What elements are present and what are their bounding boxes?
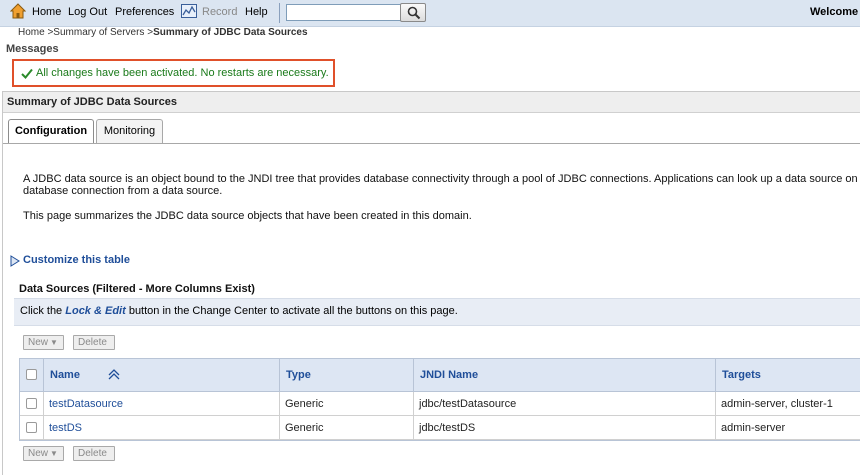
row-checkbox[interactable] [26,398,37,409]
breadcrumb-servers[interactable]: Summary of Servers > [53,27,153,38]
breadcrumb-home[interactable]: Home > [18,27,53,38]
home-icon[interactable] [10,3,26,19]
page-title: Summary of JDBC Data Sources [7,96,177,108]
sort-ascending-icon[interactable] [108,368,120,380]
tab-divider [3,143,860,144]
column-header-targets[interactable]: Targets [716,358,860,392]
checkmark-icon [21,68,33,79]
column-header-type[interactable]: Type [280,358,414,392]
column-header-jndi-name[interactable]: JNDI Name [414,358,716,392]
row-jndi-cell: jdbc/testDatasource [414,392,716,416]
logout-link[interactable]: Log Out [68,6,107,18]
table-row [19,416,44,440]
welcome-text: Welcome [810,6,859,18]
row-name-cell: testDS [44,416,280,440]
header-select-cell [19,358,44,392]
row-type-cell: Generic [280,416,414,440]
description-line-3: This page summarizes the JDBC data sourc… [23,210,472,222]
datasource-link[interactable]: testDatasource [49,398,123,410]
help-link[interactable]: Help [245,6,268,18]
customize-table-link[interactable]: Customize this table [23,254,130,266]
info-band: Click the Lock & Edit button in the Chan… [14,298,860,326]
table-title: Data Sources (Filtered - More Columns Ex… [19,283,255,295]
toolbar-divider [279,3,280,23]
description-line-2: database connection from a data source. [23,185,223,197]
search-input[interactable] [286,4,402,21]
tab-configuration[interactable]: Configuration [8,119,94,144]
row-checkbox[interactable] [26,422,37,433]
description-line-1: A JDBC data source is an object bound to… [23,173,858,185]
row-name-cell: testDatasource [44,392,280,416]
message-text: All changes have been activated. No rest… [36,67,329,79]
new-button-top: New ▼ [23,335,64,350]
section-title-bar: Summary of JDBC Data Sources [3,92,860,113]
table-row [19,392,44,416]
message-box: All changes have been activated. No rest… [12,59,335,87]
chevron-down-icon: ▼ [50,338,58,347]
top-toolbar: Home Log Out Preferences Record Help Wel… [0,0,860,27]
record-link: Record [202,6,238,18]
chevron-down-icon: ▼ [50,449,58,458]
row-targets-cell: admin-server [716,416,860,440]
lock-edit-emphasis: Lock & Edit [65,305,126,317]
search-button[interactable] [400,3,426,22]
tab-monitoring[interactable]: Monitoring [96,119,163,143]
info-text: Click the Lock & Edit button in the Chan… [20,305,458,317]
delete-button-top: Delete [73,335,115,350]
new-button-bottom: New ▼ [23,446,64,461]
row-targets-cell: admin-server, cluster-1 [716,392,860,416]
row-type-cell: Generic [280,392,414,416]
row-jndi-cell: jdbc/testDS [414,416,716,440]
breadcrumb-current: Summary of JDBC Data Sources [153,27,308,38]
breadcrumb: Home >Summary of Servers >Summary of JDB… [18,27,308,38]
search-icon [407,6,421,20]
column-header-name[interactable]: Name [44,358,280,392]
record-icon [181,4,197,18]
preferences-link[interactable]: Preferences [115,6,174,18]
select-all-checkbox[interactable] [26,369,37,380]
home-link[interactable]: Home [32,6,61,18]
messages-label: Messages [6,43,59,55]
delete-button-bottom: Delete [73,446,115,461]
datasource-link[interactable]: testDS [49,422,82,434]
expand-triangle-icon [10,255,20,267]
